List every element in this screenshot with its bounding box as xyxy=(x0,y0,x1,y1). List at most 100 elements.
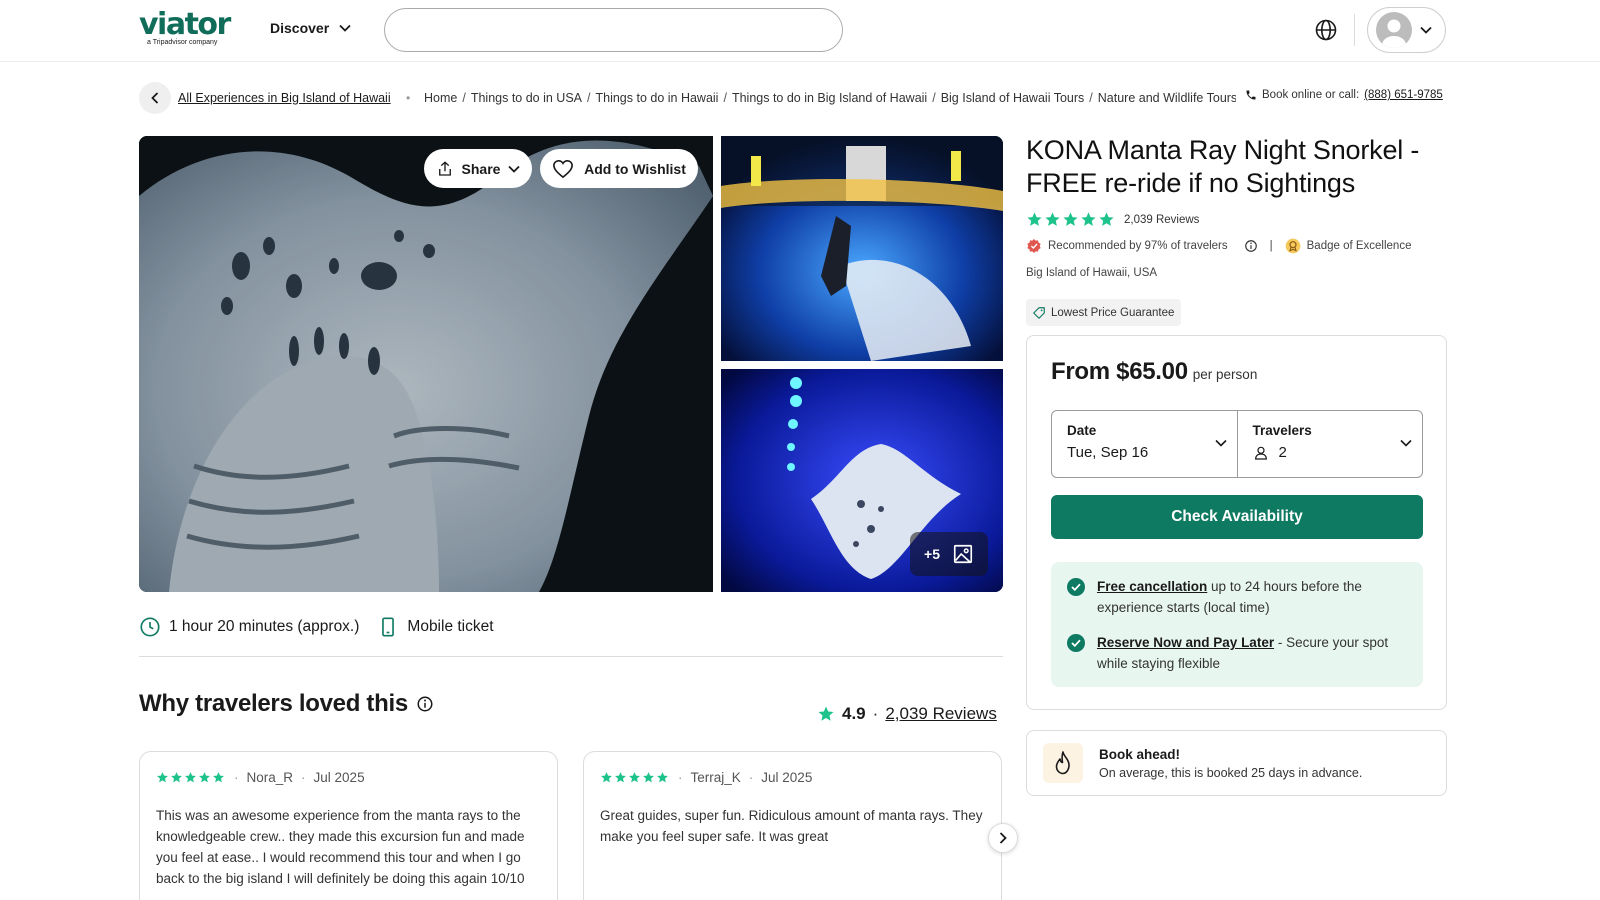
breadcrumb: Home / Things to do in USA / Things to do in… xyxy=(424,91,1236,105)
add-to-wishlist-button[interactable]: Add to Wishlist xyxy=(540,149,698,188)
review-card[interactable]: · Terraj_K · Jul 2025 Great guides, supe… xyxy=(583,751,1002,900)
benefit-text: Free cancellation up to 24 hours before … xyxy=(1097,576,1407,618)
section-divider xyxy=(139,656,1003,657)
share-button[interactable]: Share xyxy=(424,149,532,188)
header-divider xyxy=(1354,14,1355,46)
discover-label: Discover xyxy=(270,20,330,36)
star-icon xyxy=(601,772,612,783)
rating-summary: 4.9 · 2,039 Reviews xyxy=(817,704,997,724)
chevron-down-icon xyxy=(339,24,351,32)
travelers-value: 2 xyxy=(1278,444,1287,461)
price-display: From $65.00 per person xyxy=(1051,358,1257,386)
why-travelers-heading: Why travelers loved this xyxy=(139,690,434,718)
avatar-icon xyxy=(1376,12,1412,48)
from-price: From $65.00 xyxy=(1051,358,1188,385)
travelers-value-row: 2 xyxy=(1253,444,1408,461)
next-reviews-button[interactable] xyxy=(988,823,1018,853)
breadcrumb-usa[interactable]: Things to do in USA xyxy=(471,91,582,105)
book-online-phone: Book online or call: (888) 651-9785 xyxy=(1245,89,1443,101)
star-icon xyxy=(1099,212,1114,226)
review-separator: · xyxy=(678,770,683,785)
duration-text: 1 hour 20 minutes (approx.) xyxy=(169,618,360,635)
review-header: · Nora_R · Jul 2025 xyxy=(156,770,541,785)
info-icon[interactable] xyxy=(1244,239,1258,253)
breadcrumb-separator: / xyxy=(462,91,466,105)
breadcrumb-big-island[interactable]: Things to do in Big Island of Hawaii xyxy=(732,91,927,105)
product-review-count[interactable]: 2,039 Reviews xyxy=(1124,214,1199,226)
why-title-text: Why travelers loved this xyxy=(139,690,408,717)
mobile-phone-icon xyxy=(382,617,395,637)
star-icon xyxy=(1063,212,1078,226)
star-icon xyxy=(629,772,640,783)
experience-features: 1 hour 20 minutes (approx.) Mobile ticke… xyxy=(139,616,512,638)
price-tag-icon xyxy=(1033,306,1045,319)
per-person-label: per person xyxy=(1192,367,1258,382)
recommended-badge-icon xyxy=(1027,239,1041,253)
date-picker[interactable]: Date Tue, Sep 16 xyxy=(1052,411,1237,477)
discover-menu[interactable]: Discover xyxy=(270,20,351,36)
review-author: Nora_R xyxy=(246,770,294,785)
star-icon xyxy=(185,772,196,783)
star-icon xyxy=(199,772,210,783)
main-photo[interactable] xyxy=(139,136,713,592)
book-ahead-title: Book ahead! xyxy=(1099,746,1181,762)
benefit-text: Reserve Now and Pay Later - Secure your … xyxy=(1097,632,1407,674)
star-icon xyxy=(818,706,834,721)
star-icon xyxy=(615,772,626,783)
account-menu[interactable] xyxy=(1367,7,1446,53)
flame-icon xyxy=(1043,743,1083,783)
product-rating: 2,039 Reviews xyxy=(1026,211,1199,228)
travelers-label: Travelers xyxy=(1252,423,1312,438)
breadcrumb-hawaii[interactable]: Things to do in Hawaii xyxy=(595,91,718,105)
clock-icon xyxy=(140,617,160,637)
person-icon xyxy=(1254,446,1267,460)
globe-icon[interactable] xyxy=(1314,18,1338,42)
book-online-label: Book online or call: xyxy=(1262,89,1360,101)
gallery-photo-snorkelers[interactable] xyxy=(721,136,1003,361)
chevron-left-icon xyxy=(151,92,159,104)
back-button[interactable] xyxy=(139,82,171,114)
ticket-feature: Mobile ticket xyxy=(377,616,494,638)
share-icon xyxy=(438,160,451,176)
breadcrumb-tours[interactable]: Big Island of Hawaii Tours xyxy=(941,91,1085,105)
duration-feature: 1 hour 20 minutes (approx.) xyxy=(139,616,359,638)
more-photos-button[interactable]: +5 xyxy=(910,532,988,576)
breadcrumb-separator: / xyxy=(723,91,727,105)
book-ahead-text: Book ahead! On average, this is booked 2… xyxy=(1099,747,1362,780)
product-title: KONA Manta Ray Night Snorkel - FREE re-r… xyxy=(1026,135,1420,198)
logo-wordmark: viator xyxy=(139,7,231,42)
phone-link[interactable]: (888) 651-9785 xyxy=(1364,89,1443,101)
star-icon xyxy=(657,772,668,783)
star-icon xyxy=(213,772,224,783)
all-experiences-link[interactable]: All Experiences in Big Island of Hawaii xyxy=(178,91,391,105)
breadcrumb-home[interactable]: Home xyxy=(424,91,457,105)
star-icon xyxy=(171,772,182,783)
reserve-now-link[interactable]: Reserve Now and Pay Later xyxy=(1097,635,1274,650)
review-date: Jul 2025 xyxy=(761,770,813,785)
product-location: Big Island of Hawaii, USA xyxy=(1026,267,1158,279)
more-photos-count: +5 xyxy=(924,546,940,562)
review-card[interactable]: · Nora_R · Jul 2025 This was an awesome … xyxy=(139,751,558,900)
free-cancellation-link[interactable]: Free cancellation xyxy=(1097,579,1207,594)
star-icon xyxy=(1081,212,1096,226)
breadcrumb-nature[interactable]: Nature and Wildlife Tours xyxy=(1098,91,1236,105)
date-label: Date xyxy=(1067,423,1097,438)
lowest-price-tag: Lowest Price Guarantee xyxy=(1026,299,1182,326)
heart-icon xyxy=(553,159,574,178)
star-icon xyxy=(1045,212,1060,226)
info-icon[interactable] xyxy=(416,695,434,713)
product-rating-stars xyxy=(1026,211,1116,228)
date-value: Tue, Sep 16 xyxy=(1067,444,1149,461)
chevron-right-icon xyxy=(999,832,1007,844)
check-availability-button[interactable]: Check Availability xyxy=(1051,495,1423,539)
star-icon xyxy=(1027,212,1042,226)
site-header: viator a Tripadvisor company Discover xyxy=(0,0,1600,62)
benefit-free-cancellation: Free cancellation up to 24 hours before … xyxy=(1067,576,1407,618)
viator-logo[interactable]: viator a Tripadvisor company xyxy=(139,7,231,47)
search-input[interactable] xyxy=(384,8,843,52)
travelers-picker[interactable]: Travelers 2 xyxy=(1236,411,1423,477)
image-icon xyxy=(953,544,973,564)
review-stars xyxy=(156,771,226,784)
reviews-link[interactable]: 2,039 Reviews xyxy=(885,704,997,724)
review-stars xyxy=(600,771,670,784)
